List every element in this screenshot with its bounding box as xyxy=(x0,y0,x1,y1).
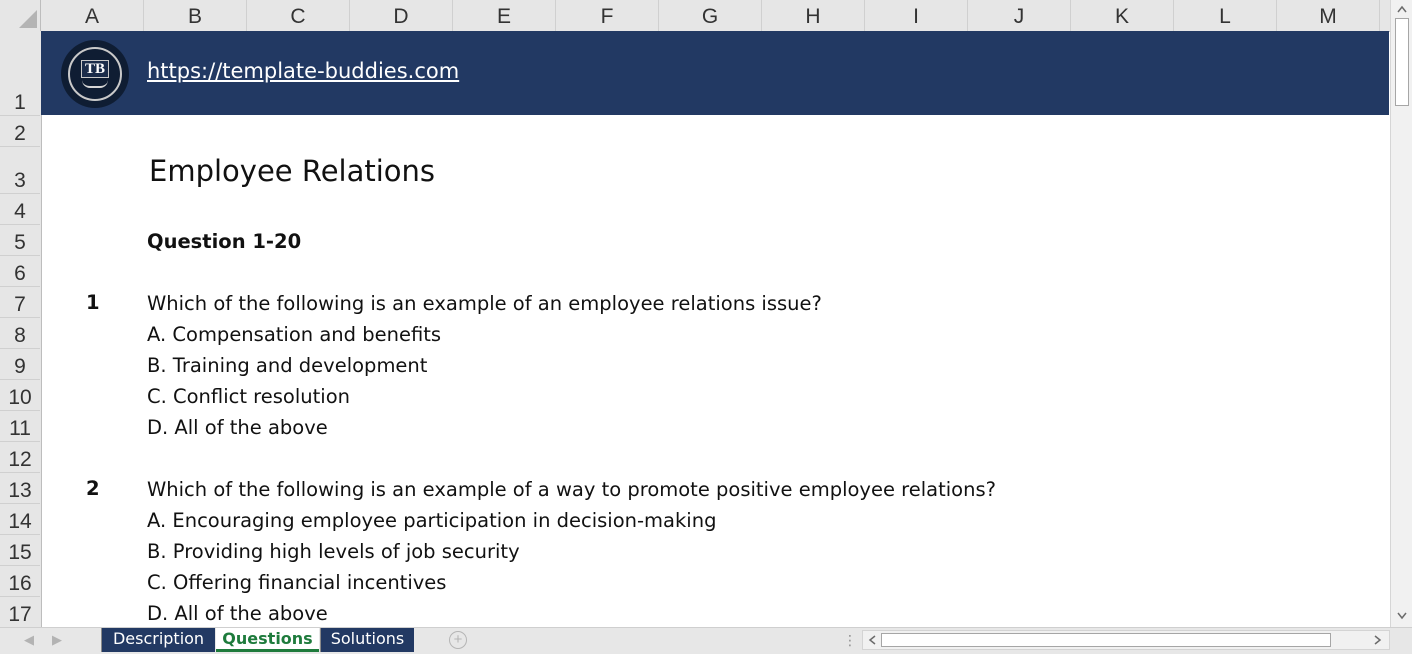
scrollbar-splitter-icon[interactable]: ⋮ xyxy=(843,633,857,647)
select-all-corner[interactable] xyxy=(0,0,41,31)
add-sheet-icon[interactable]: + xyxy=(449,631,467,649)
column-header-e[interactable]: E xyxy=(453,0,556,31)
row-header-11[interactable]: 11 xyxy=(0,411,40,442)
column-header-i[interactable]: I xyxy=(865,0,968,31)
previous-sheet-arrow-icon[interactable]: ◀ xyxy=(24,632,34,648)
column-header-j[interactable]: J xyxy=(968,0,1071,31)
column-header-f[interactable]: F xyxy=(556,0,659,31)
row-header-4[interactable]: 4 xyxy=(0,194,40,225)
column-header-k[interactable]: K xyxy=(1071,0,1174,31)
vertical-scrollbar[interactable] xyxy=(1390,0,1412,627)
question-2-option-c[interactable]: C. Offering financial incentives xyxy=(147,571,446,594)
website-link[interactable]: https://template-buddies.com xyxy=(147,59,459,83)
question-1-option-b[interactable]: B. Training and development xyxy=(147,354,427,377)
column-header-d[interactable]: D xyxy=(350,0,453,31)
logo-ring-icon: TB xyxy=(68,47,122,101)
section-heading[interactable]: Question 1-20 xyxy=(147,230,301,253)
question-1-option-c[interactable]: C. Conflict resolution xyxy=(147,385,350,408)
worksheet-grid[interactable]: TB https://template-buddies.com Employee… xyxy=(41,31,1389,627)
horizontal-scrollbar[interactable] xyxy=(862,630,1390,650)
column-header-bar: A B C D E F G H I J K L M xyxy=(0,0,1390,32)
template-buddies-logo: TB xyxy=(61,40,129,108)
logo-text: TB xyxy=(80,60,109,78)
row-header-9[interactable]: 9 xyxy=(0,349,40,380)
row-header-bar: 1 2 3 4 5 6 7 8 9 10 11 12 13 14 15 16 1… xyxy=(0,31,42,627)
question-text-2[interactable]: Which of the following is an example of … xyxy=(147,478,996,501)
row-header-13[interactable]: 13 xyxy=(0,473,40,504)
question-2-option-d[interactable]: D. All of the above xyxy=(147,602,328,625)
tab-questions[interactable]: Questions xyxy=(216,628,319,652)
tab-solutions[interactable]: Solutions xyxy=(320,628,414,652)
row-header-17[interactable]: 17 xyxy=(0,597,40,627)
column-header-h[interactable]: H xyxy=(762,0,865,31)
row-header-6[interactable]: 6 xyxy=(0,256,40,287)
next-sheet-arrow-icon[interactable]: ▶ xyxy=(52,632,62,648)
sheet-tab-bar: ◀ ▶ Description Questions Solutions + ⋮ xyxy=(0,627,1412,654)
column-header-a[interactable]: A xyxy=(41,0,144,31)
question-2-option-a[interactable]: A. Encouraging employee participation in… xyxy=(147,509,716,532)
row-header-12[interactable]: 12 xyxy=(0,442,40,473)
row-header-15[interactable]: 15 xyxy=(0,535,40,566)
scroll-down-arrow-icon[interactable] xyxy=(1395,609,1409,623)
row-header-10[interactable]: 10 xyxy=(0,380,40,411)
scroll-up-arrow-icon[interactable] xyxy=(1395,2,1409,16)
row-header-16[interactable]: 16 xyxy=(0,566,40,597)
column-header-g[interactable]: G xyxy=(659,0,762,31)
column-header-b[interactable]: B xyxy=(144,0,247,31)
row-header-7[interactable]: 7 xyxy=(0,287,40,318)
page-title[interactable]: Employee Relations xyxy=(149,154,435,188)
column-header-c[interactable]: C xyxy=(247,0,350,31)
vertical-scroll-thumb[interactable] xyxy=(1395,18,1409,106)
column-header-m[interactable]: M xyxy=(1277,0,1380,31)
header-banner: TB https://template-buddies.com xyxy=(41,31,1389,115)
select-all-triangle-icon xyxy=(19,10,37,28)
row-header-8[interactable]: 8 xyxy=(0,318,40,349)
scroll-left-arrow-icon[interactable] xyxy=(865,633,879,647)
row-header-14[interactable]: 14 xyxy=(0,504,40,535)
question-text-1[interactable]: Which of the following is an example of … xyxy=(147,292,822,315)
row-header-1[interactable]: 1 xyxy=(0,31,40,116)
row-header-3[interactable]: 3 xyxy=(0,147,40,194)
column-header-l[interactable]: L xyxy=(1174,0,1277,31)
book-icon xyxy=(82,80,108,88)
row-header-2[interactable]: 2 xyxy=(0,116,40,147)
question-1-option-a[interactable]: A. Compensation and benefits xyxy=(147,323,441,346)
question-1-option-d[interactable]: D. All of the above xyxy=(147,416,328,439)
horizontal-scroll-thumb[interactable] xyxy=(881,633,1331,647)
question-number-1[interactable]: 1 xyxy=(86,291,100,314)
question-2-option-b[interactable]: B. Providing high levels of job security xyxy=(147,540,520,563)
scroll-right-arrow-icon[interactable] xyxy=(1371,633,1385,647)
tab-description[interactable]: Description xyxy=(101,628,215,652)
question-number-2[interactable]: 2 xyxy=(86,477,100,500)
row-header-5[interactable]: 5 xyxy=(0,225,40,256)
